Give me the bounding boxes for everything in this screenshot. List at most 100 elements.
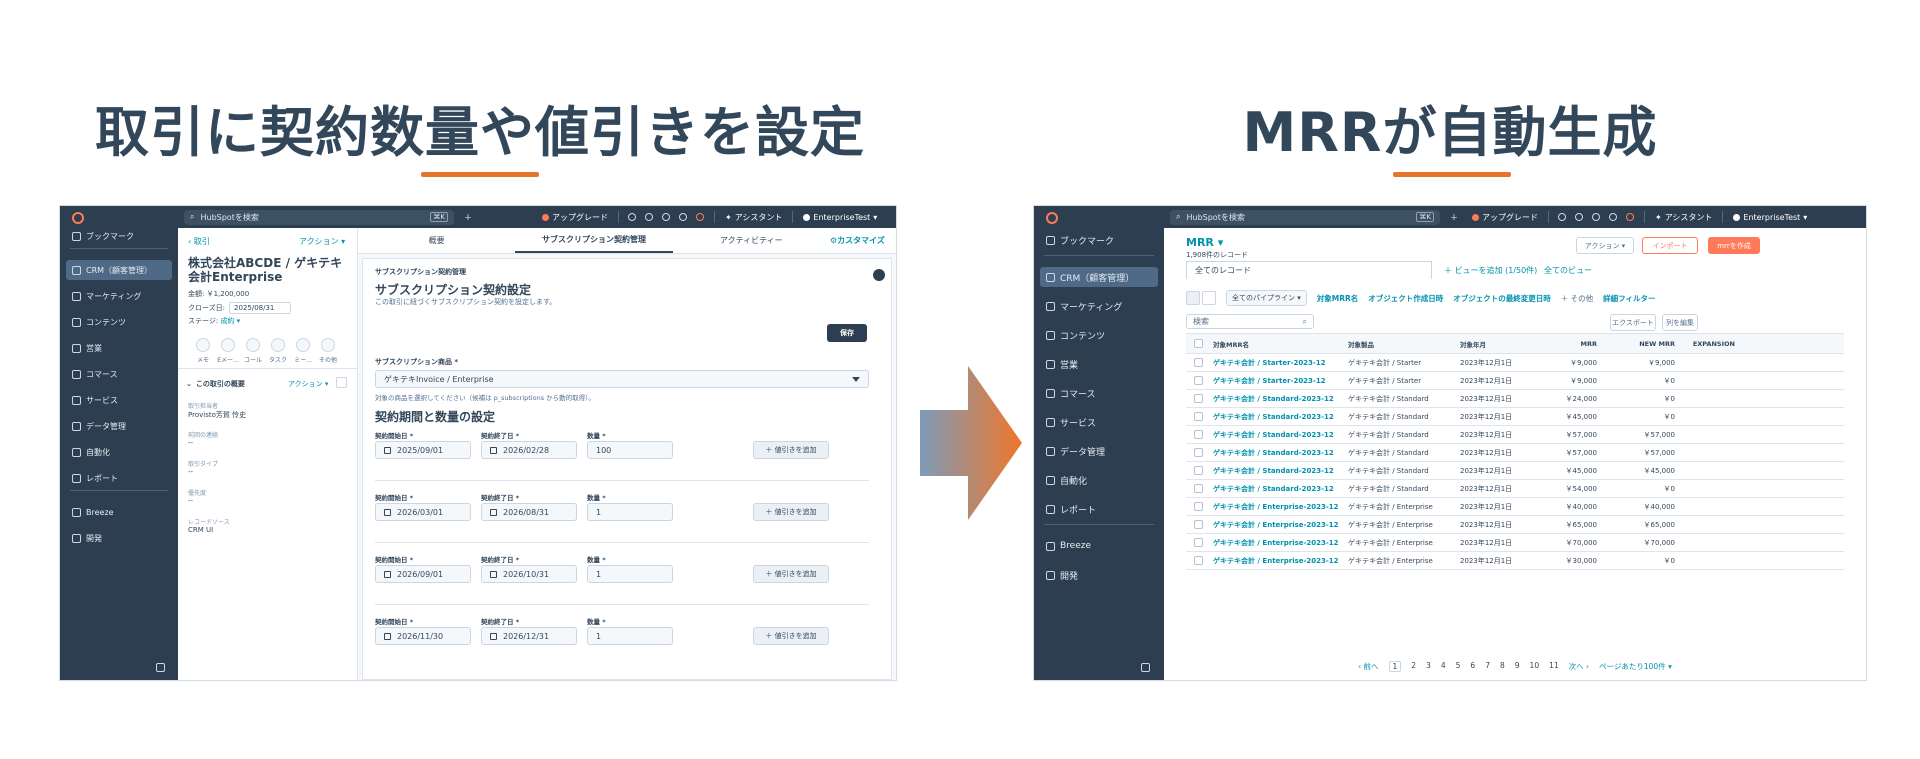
quick-action-2[interactable]: コール xyxy=(242,338,264,364)
sidebar-item-8[interactable]: 自動化 xyxy=(1040,470,1158,490)
page-number[interactable]: 8 xyxy=(1500,661,1505,672)
phone-icon[interactable] xyxy=(628,213,636,221)
summary-actions-menu[interactable]: アクション ▾ xyxy=(288,379,328,389)
page-number[interactable]: 11 xyxy=(1549,661,1559,672)
quantity-input[interactable]: 100 xyxy=(587,441,673,459)
row-checkbox[interactable] xyxy=(1194,448,1203,457)
quick-action-5[interactable]: その他 xyxy=(317,338,339,364)
tab-overview[interactable]: 概要 xyxy=(358,228,515,253)
summary-toggle[interactable]: ⌄ この取引の概要 xyxy=(186,379,245,389)
table-row[interactable]: ゲキテキ会計 / Standard-2023-12 ゲキテキ会計 / Standa… xyxy=(1186,462,1844,480)
sidebar-item-0[interactable]: ブックマーク xyxy=(66,226,172,246)
row-checkbox[interactable] xyxy=(1194,412,1203,421)
quantity-input[interactable]: 1 xyxy=(587,565,673,583)
page-number[interactable]: 2 xyxy=(1411,661,1416,672)
quick-action-1[interactable]: Eメー... xyxy=(217,338,239,364)
row-checkbox[interactable] xyxy=(1194,466,1203,475)
sidebar-item-2[interactable]: マーケティング xyxy=(1040,296,1158,316)
row-checkbox[interactable] xyxy=(1194,502,1203,511)
add-discount-button[interactable]: ＋ 値引きを追加 xyxy=(753,565,829,583)
table-row[interactable]: ゲキテキ会計 / Standard-2023-12 ゲキテキ会計 / Standa… xyxy=(1186,390,1844,408)
row-checkbox[interactable] xyxy=(1194,520,1203,529)
sidebar-item-4[interactable]: 営業 xyxy=(66,338,172,358)
help-icon[interactable] xyxy=(662,213,670,221)
marketplace-icon[interactable] xyxy=(1575,213,1583,221)
mrr-name-link[interactable]: ゲキテキ会計 / Standard-2023-12 xyxy=(1213,412,1348,422)
end-date-input[interactable]: 2026/12/31 xyxy=(481,627,577,645)
object-title-dropdown[interactable]: MRR ▾ xyxy=(1186,236,1223,249)
page-number[interactable]: 4 xyxy=(1441,661,1446,672)
mrr-name-link[interactable]: ゲキテキ会計 / Enterprise-2023-12 xyxy=(1213,520,1348,530)
page-number[interactable]: 1 xyxy=(1388,661,1402,672)
account-menu[interactable]: EnterpriseTest ▾ xyxy=(1733,213,1807,222)
sidebar-item-1[interactable]: CRM（顧客管理） xyxy=(1040,267,1158,287)
column-header[interactable]: 対象製品 xyxy=(1348,339,1460,349)
page-number[interactable]: 7 xyxy=(1485,661,1490,672)
create-record-button[interactable]: mrrを作成 xyxy=(1708,237,1760,254)
notifications-icon[interactable] xyxy=(1626,213,1634,221)
mrr-name-link[interactable]: ゲキテキ会計 / Standard-2023-12 xyxy=(1213,466,1348,476)
page-number[interactable]: 9 xyxy=(1515,661,1520,672)
upgrade-button[interactable]: アップグレード xyxy=(542,212,608,223)
help-icon[interactable] xyxy=(1592,213,1600,221)
end-date-input[interactable]: 2026/10/31 xyxy=(481,565,577,583)
add-discount-button[interactable]: ＋ 値引きを追加 xyxy=(753,627,829,645)
row-checkbox[interactable] xyxy=(1194,430,1203,439)
sidebar-item-10[interactable]: Breeze xyxy=(1040,536,1158,556)
assistant-button[interactable]: ✦ アシスタント xyxy=(1655,212,1712,223)
prev-page-button[interactable]: ‹ 前へ xyxy=(1358,661,1378,672)
close-date-field[interactable]: 2025/08/31 xyxy=(229,302,292,314)
filter-created-date[interactable]: オブジェクト作成日時 xyxy=(1368,293,1443,304)
advanced-filters-button[interactable]: 詳細フィルター xyxy=(1603,293,1655,304)
column-header[interactable]: 対象MRR名 xyxy=(1213,339,1348,349)
column-header[interactable]: EXPANSION xyxy=(1675,340,1735,348)
quantity-input[interactable]: 1 xyxy=(587,503,673,521)
actions-button[interactable]: アクション ▾ xyxy=(1576,237,1634,254)
sidebar-item-3[interactable]: コンテンツ xyxy=(1040,325,1158,345)
add-icon[interactable]: ＋ xyxy=(464,212,472,223)
mrr-name-link[interactable]: ゲキテキ会計 / Enterprise-2023-12 xyxy=(1213,538,1348,548)
stage-dropdown[interactable]: 成約 ▾ xyxy=(220,317,240,325)
start-date-input[interactable]: 2025/09/01 xyxy=(375,441,471,459)
mrr-name-link[interactable]: ゲキテキ会計 / Standard-2023-12 xyxy=(1213,448,1348,458)
table-row[interactable]: ゲキテキ会計 / Starter-2023-12 ゲキテキ会計 / Starter… xyxy=(1186,372,1844,390)
table-row[interactable]: ゲキテキ会計 / Enterprise-2023-12 ゲキテキ会計 / Ente… xyxy=(1186,552,1844,570)
quick-action-4[interactable]: ミー... xyxy=(292,338,314,364)
quantity-input[interactable]: 1 xyxy=(587,627,673,645)
mrr-name-link[interactable]: ゲキテキ会計 / Standard-2023-12 xyxy=(1213,484,1348,494)
start-date-input[interactable]: 2026/03/01 xyxy=(375,503,471,521)
page-number[interactable]: 3 xyxy=(1426,661,1431,672)
hubspot-logo-icon[interactable] xyxy=(1046,212,1058,224)
assistant-button[interactable]: ✦ アシスタント xyxy=(725,212,782,223)
end-date-input[interactable]: 2026/02/28 xyxy=(481,441,577,459)
save-button[interactable]: 保存 xyxy=(827,324,867,342)
settings-icon[interactable] xyxy=(1609,213,1617,221)
back-to-deals-link[interactable]: ‹ 取引 xyxy=(188,236,210,247)
sidebar-item-1[interactable]: CRM（顧客管理） xyxy=(66,260,172,280)
table-row[interactable]: ゲキテキ会計 / Starter-2023-12 ゲキテキ会計 / Starter… xyxy=(1186,354,1844,372)
sidebar-item-9[interactable]: レポート xyxy=(1040,499,1158,519)
quick-action-3[interactable]: タスク xyxy=(267,338,289,364)
edit-columns-button[interactable]: 列を編集 xyxy=(1662,314,1698,331)
row-checkbox[interactable] xyxy=(1194,394,1203,403)
table-view-icon[interactable] xyxy=(1186,291,1200,305)
row-checkbox[interactable] xyxy=(1194,538,1203,547)
sidebar-item-6[interactable]: サービス xyxy=(1040,412,1158,432)
product-select[interactable]: ゲキテキInvoice / Enterprise xyxy=(375,370,869,388)
mrr-name-link[interactable]: ゲキテキ会計 / Enterprise-2023-12 xyxy=(1213,556,1348,566)
table-row[interactable]: ゲキテキ会計 / Enterprise-2023-12 ゲキテキ会計 / Ente… xyxy=(1186,516,1844,534)
table-row[interactable]: ゲキテキ会計 / Enterprise-2023-12 ゲキテキ会計 / Ente… xyxy=(1186,498,1844,516)
customize-button[interactable]: ⚙ カスタマイズ xyxy=(830,228,896,253)
sidebar-item-6[interactable]: サービス xyxy=(66,390,172,410)
sidebar-item-8[interactable]: 自動化 xyxy=(66,442,172,462)
mrr-name-link[interactable]: ゲキテキ会計 / Standard-2023-12 xyxy=(1213,394,1348,404)
view-tab-all-records[interactable]: 全てのレコード xyxy=(1186,261,1432,279)
sidebar-item-3[interactable]: コンテンツ xyxy=(66,312,172,332)
sidebar-item-0[interactable]: ブックマーク xyxy=(1040,230,1158,250)
add-icon[interactable]: ＋ xyxy=(1450,212,1458,223)
record-actions-menu[interactable]: アクション ▾ xyxy=(299,236,345,247)
pipeline-dropdown[interactable]: 全てのパイプライン ▾ xyxy=(1226,290,1307,306)
marketplace-icon[interactable] xyxy=(645,213,653,221)
add-view-button[interactable]: ＋ ビューを追加 (1/50件) xyxy=(1444,265,1537,276)
sidebar-item-10[interactable]: Breeze xyxy=(66,502,172,522)
